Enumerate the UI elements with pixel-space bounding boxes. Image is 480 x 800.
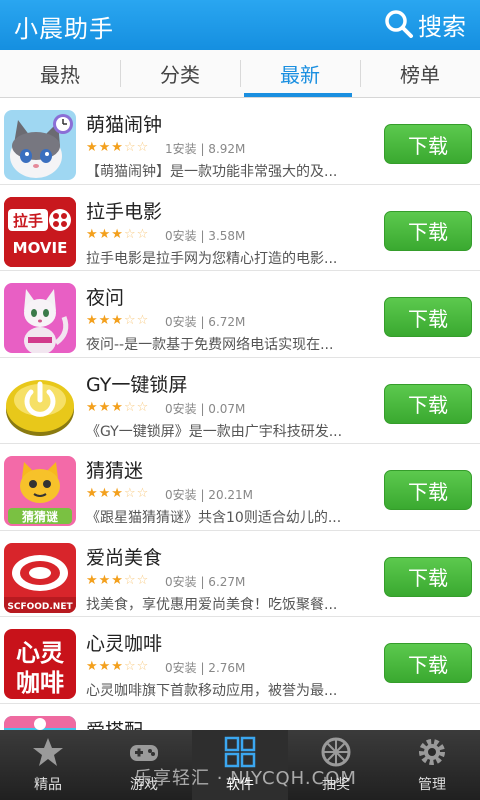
app-description: 《GY一键锁屏》是一款由广宇科技研发... — [86, 423, 343, 440]
cat-alarm-icon — [4, 110, 76, 180]
icon-text: SCFOOD.NET — [7, 602, 73, 612]
nav-label: 管理 — [418, 777, 446, 793]
power-button-icon — [4, 369, 76, 440]
scfood-icon: SCFOOD.NET — [4, 542, 76, 613]
install-size: 0安装 | 2.76M — [165, 661, 246, 675]
app-description: 夜问--是一款基于免费网络电话实现在... — [86, 337, 334, 353]
search-label: 搜索 — [418, 12, 466, 41]
download-button[interactable]: 下载 — [384, 297, 472, 337]
icon-text: 咖啡 — [16, 669, 64, 697]
nav-label: 精品 — [34, 777, 62, 793]
rating-stars: ★★★☆☆ — [86, 140, 150, 155]
app-name: 猜猜迷 — [86, 460, 144, 482]
watermark: 乐享轻汇 · NIYCQH.COM — [134, 768, 357, 789]
download-button[interactable]: 下载 — [384, 556, 472, 597]
install-size: 0安装 | 0.07M — [165, 401, 246, 416]
list-item[interactable]: GY一键锁屏 ★★★☆☆ 0安装 | 0.07M 《GY一键锁屏》是一款由广宇科… — [0, 357, 480, 444]
heart-coffee-icon: 心灵 咖啡 — [4, 629, 76, 699]
list-item[interactable]: 萌猫闹钟 ★★★☆☆ 1安装 | 8.92M 【萌猫闹钟】是一款功能非常强大的及… — [0, 98, 480, 185]
app-description: 【萌猫闹钟】是一款功能非常强大的及... — [86, 164, 338, 180]
icon-text: 拉手 — [13, 212, 43, 230]
download-button[interactable]: 下载 — [384, 643, 472, 683]
app-name: GY一键锁屏 — [86, 373, 188, 396]
nav-manage[interactable]: 管理 — [384, 730, 480, 800]
app-description: 心灵咖啡旗下首款移动应用，被誉为最... — [86, 683, 338, 699]
install-size: 0安装 | 6.72M — [165, 315, 246, 329]
pink-cat-icon — [4, 283, 76, 353]
download-button[interactable]: 下载 — [384, 470, 472, 510]
top-bar: 小晨助手 搜索 — [0, 0, 480, 50]
icon-text: MOVIE — [13, 239, 68, 257]
list-item[interactable]: 爱搭配 — [0, 703, 480, 731]
app-description: 找美食，享优惠用爱尚美食！吃饭聚餐... — [86, 596, 338, 613]
gear-icon — [419, 739, 445, 765]
app-name: 夜问 — [86, 287, 125, 309]
rating-stars: ★★★☆☆ — [86, 226, 150, 242]
download-button[interactable]: 下载 — [384, 383, 472, 424]
rating-stars: ★★★☆☆ — [86, 399, 150, 415]
icon-text: 猜猜谜 — [21, 509, 59, 524]
tab-newest[interactable]: 最新 — [240, 50, 360, 97]
search-icon — [385, 10, 413, 38]
install-size: 1安装 | 8.92M — [165, 142, 246, 156]
app-name: 爱搭配 — [86, 716, 143, 731]
tab-category[interactable]: 分类 — [120, 50, 240, 97]
rating-stars: ★★★☆☆ — [86, 313, 150, 328]
list-item[interactable]: 猜猜谜 猜猜迷 ★★★☆☆ 0安装 | 20.21M 《跟星猫猜猜谜》共含10则… — [0, 444, 480, 531]
download-button[interactable]: 下载 — [384, 210, 472, 251]
install-size: 0安装 | 20.21M — [165, 488, 254, 502]
guess-cat-icon: 猜猜谜 — [4, 456, 76, 526]
rating-stars: ★★★☆☆ — [86, 659, 150, 674]
blue-app-icon — [4, 715, 76, 730]
list-item[interactable]: 拉手 MOVIE 拉手电影 ★★★☆☆ 0安装 | 3.58M 拉手电影是拉手网… — [0, 184, 480, 271]
search-button[interactable]: 搜索 — [384, 8, 466, 41]
app-description: 拉手电影是拉手网为您精心打造的电影... — [86, 250, 338, 267]
app-name: 拉手电影 — [86, 200, 163, 223]
icon-text: 心灵 — [16, 639, 64, 667]
download-button[interactable]: 下载 — [384, 124, 472, 164]
app-name: 心灵咖啡 — [86, 633, 163, 655]
app-name: 萌猫闹钟 — [86, 114, 163, 136]
app-title: 小晨助手 — [14, 15, 114, 43]
lashou-movie-icon: 拉手 MOVIE — [4, 196, 76, 267]
nav-featured[interactable]: 精品 — [0, 730, 96, 800]
app-list: 萌猫闹钟 ★★★☆☆ 1安装 | 8.92M 【萌猫闹钟】是一款功能非常强大的及… — [0, 98, 480, 730]
list-item[interactable]: SCFOOD.NET 爱尚美食 ★★★☆☆ 0安装 | 6.27M 找美食，享优… — [0, 530, 480, 617]
tab-hot[interactable]: 最热 — [0, 50, 120, 97]
rating-stars: ★★★☆☆ — [86, 486, 150, 501]
app-description: 《跟星猫猜猜谜》共含10则适合幼儿的... — [86, 510, 342, 526]
install-size: 0安装 | 6.27M — [165, 574, 246, 589]
category-tabs: 最热 分类 最新 榜单 — [0, 50, 480, 98]
star-icon — [33, 738, 63, 766]
list-item[interactable]: 心灵 咖啡 心灵咖啡 ★★★☆☆ 0安装 | 2.76M 心灵咖啡旗下首款移动应… — [0, 617, 480, 704]
list-item[interactable]: 夜问 ★★★☆☆ 0安装 | 6.72M 夜问--是一款基于免费网络电话实现在.… — [0, 271, 480, 358]
rating-stars: ★★★☆☆ — [86, 572, 150, 588]
app-name: 爱尚美食 — [86, 546, 163, 569]
tab-ranking[interactable]: 榜单 — [360, 50, 480, 97]
install-size: 0安装 | 3.58M — [165, 228, 246, 243]
